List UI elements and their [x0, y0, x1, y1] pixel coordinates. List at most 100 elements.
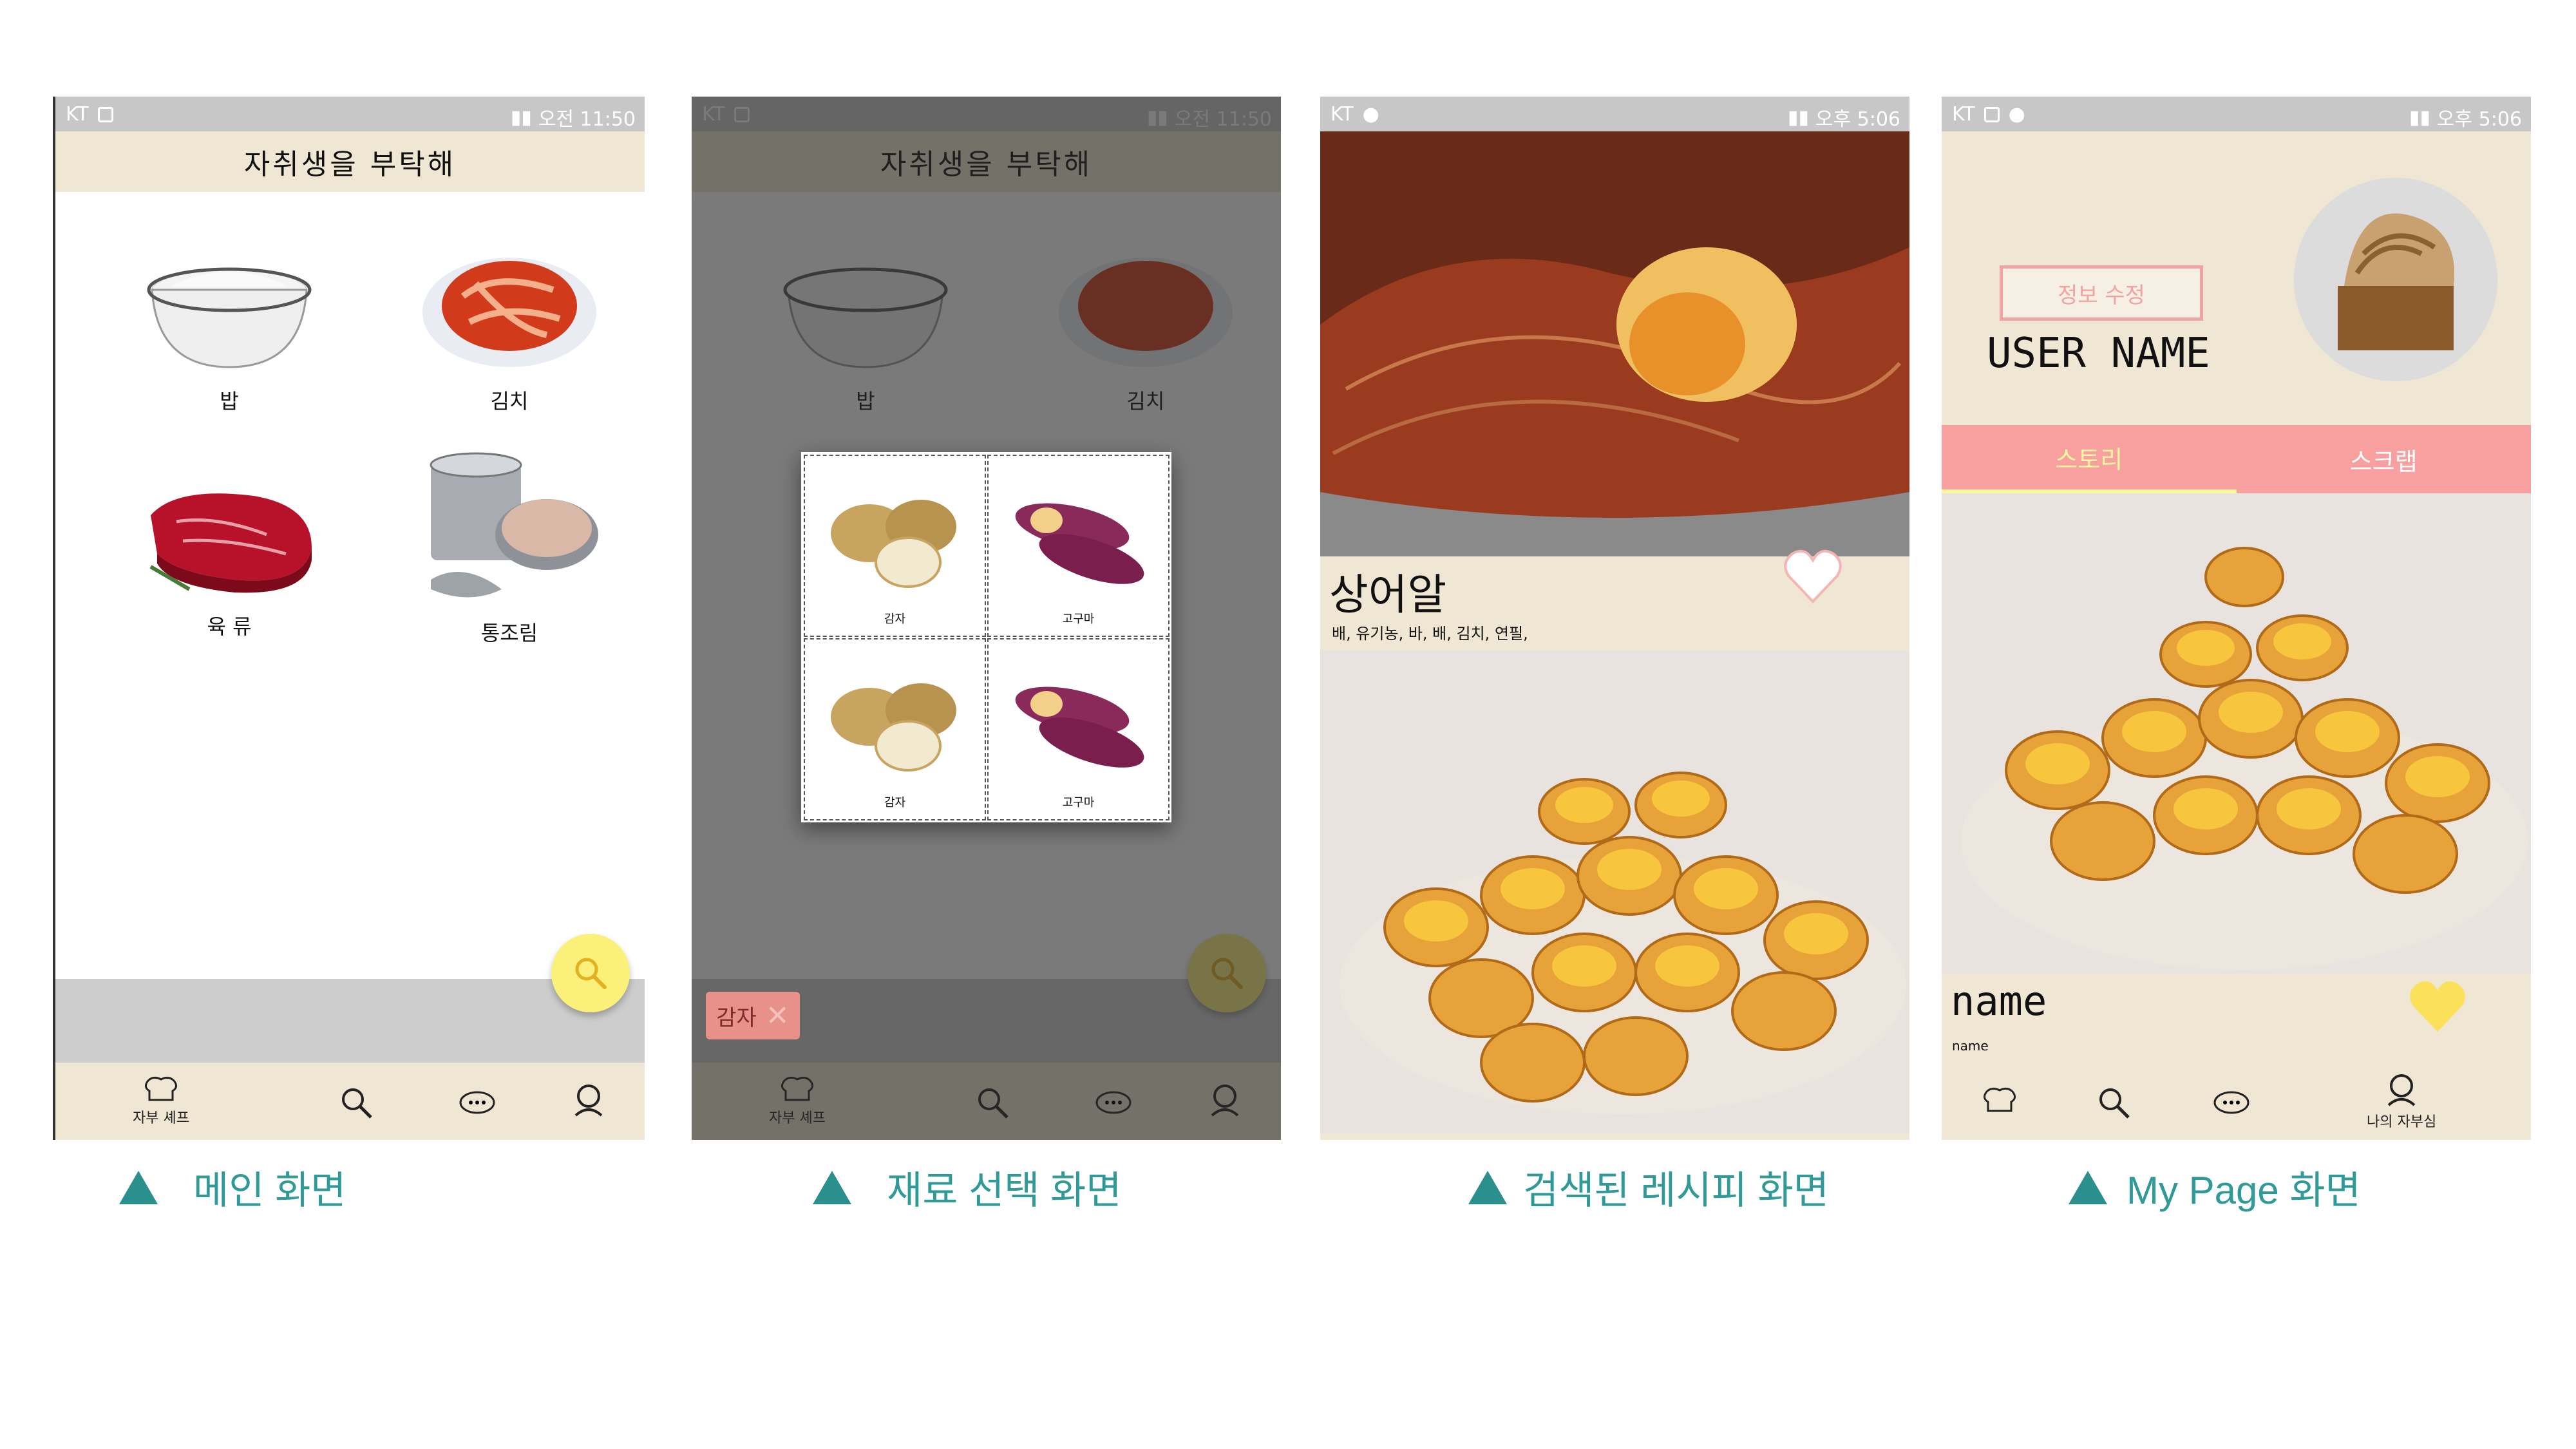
nav-chef-label: 자부 셰프 — [133, 1110, 189, 1126]
ingredient-label: 김치 — [490, 389, 529, 413]
nav-chef[interactable]: 자부 셰프 — [133, 1074, 189, 1127]
mypage-screen: KT ● ▮▮ 오후 5:06 정보 수정 USER NAME 스토리 스크랩 — [1942, 97, 2531, 1140]
remove-icon[interactable]: ✕ — [766, 999, 790, 1032]
chat-icon — [459, 1091, 495, 1114]
noodle-dish-image — [1320, 131, 1909, 556]
triangle-icon — [813, 1170, 851, 1204]
search-icon — [342, 1088, 372, 1119]
status-bar: KT ▮▮ 오전 11:50 — [55, 97, 645, 131]
triangle-icon — [119, 1170, 158, 1204]
select-screen: KT ▮▮ 오전 11:50 자취생을 부탁해 밥 김치 자부 셰프 — [692, 97, 1281, 1140]
clock: 오후 5:06 — [1815, 108, 1900, 131]
clock: 오전 11:50 — [538, 108, 636, 131]
profile-tabs: 스토리 스크랩 — [1942, 425, 2531, 493]
profile-header: 정보 수정 USER NAME — [1942, 131, 2531, 425]
popup-item-sweet-potato[interactable]: 고구마 — [987, 638, 1170, 820]
potato-icon — [830, 683, 956, 772]
egg-tart-image — [1942, 493, 2531, 974]
rice-bowl-icon — [147, 267, 311, 368]
caption-text: 메인 화면 — [193, 1169, 346, 1212]
gallery-icon — [1984, 106, 2000, 122]
popup-item-label: 감자 — [884, 612, 906, 626]
chat-bubble-icon: ● — [1362, 103, 1379, 126]
search-icon — [575, 958, 607, 989]
recipe-screen: KT ● ▮▮ 오후 5:06 상어알 배, 유기농, 바, 배, 김치, 연필… — [1320, 97, 1909, 1140]
chat-icon — [2213, 1091, 2249, 1114]
ingredient-canned[interactable]: 통조림 — [413, 451, 606, 647]
caption-select: 재료 선택 화면 — [813, 1159, 1122, 1215]
story-subtitle: name — [1952, 1038, 1989, 1054]
ingredient-label: 육 류 — [207, 614, 252, 639]
bottom-nav: 자부 셰프 — [55, 1063, 645, 1140]
kimchi-icon — [422, 258, 596, 367]
caption-text: 검색된 레시피 화면 — [1523, 1169, 1829, 1212]
username: USER NAME — [1987, 330, 2210, 377]
recipe-photo[interactable] — [1320, 650, 1909, 1133]
like-heart-icon[interactable] — [1781, 544, 1845, 608]
selected-chip[interactable]: 감자 ✕ — [706, 992, 800, 1039]
ingredient-rice[interactable]: 밥 — [133, 245, 326, 415]
sweet-potato-icon — [1015, 687, 1144, 768]
canned-food-icon — [430, 452, 598, 598]
ingredient-popup: 감자 고구마 감자 고구마 — [801, 452, 1171, 822]
clock: 오후 5:06 — [2436, 108, 2522, 131]
signal-icon: ▮▮ — [510, 106, 532, 129]
carrier-label: KT — [1952, 103, 1975, 126]
ingredient-meat[interactable]: 육 류 — [133, 477, 326, 640]
caption-main: 메인 화면 — [119, 1159, 346, 1215]
nav-chat[interactable] — [458, 1088, 497, 1121]
recipe-card-info — [1320, 1133, 1909, 1140]
egg-tart-image — [1320, 650, 1909, 1133]
potato-icon — [830, 500, 956, 588]
popup-item-potato[interactable]: 감자 — [804, 455, 986, 637]
caption-recipe: 검색된 레시피 화면 — [1468, 1159, 1829, 1215]
like-heart-icon[interactable] — [2405, 974, 2470, 1038]
chat-bubble-icon: ● — [2008, 103, 2025, 126]
nav-chef[interactable] — [1980, 1085, 2019, 1117]
signal-icon: ▮▮ — [2409, 106, 2430, 129]
ingredient-kimchi[interactable]: 김치 — [413, 245, 606, 415]
tab-scrap[interactable]: 스크랩 — [2237, 425, 2532, 493]
nav-mypage[interactable] — [571, 1082, 607, 1121]
story-photo[interactable] — [1942, 493, 2531, 974]
story-title: name — [1951, 978, 2047, 1025]
triangle-icon — [2069, 1170, 2107, 1204]
recipe-card-info[interactable]: 상어알 배, 유기농, 바, 배, 김치, 연필, — [1320, 549, 1909, 650]
nav-search[interactable] — [339, 1085, 375, 1124]
nav-chat[interactable] — [2212, 1088, 2251, 1121]
avatar[interactable] — [2293, 176, 2499, 383]
caption-mypage: My Page 화면 — [2069, 1159, 2361, 1215]
tab-story[interactable]: 스토리 — [1942, 425, 2237, 493]
popup-item-potato[interactable]: 감자 — [804, 638, 986, 820]
sweet-potato-icon — [1015, 503, 1144, 584]
story-info[interactable]: name name — [1942, 974, 2531, 1064]
recipe-title: 상어알 — [1329, 570, 1447, 620]
caption-text: 재료 선택 화면 — [887, 1169, 1122, 1212]
popup-item-label: 감자 — [884, 796, 906, 810]
recipe-photo[interactable] — [1320, 131, 1909, 556]
profile-icon — [574, 1084, 603, 1117]
main-screen: KT ▮▮ 오전 11:50 자취생을 부탁해 밥 김치 육 류 통조림 자부 … — [53, 97, 645, 1140]
popup-item-sweet-potato[interactable]: 고구마 — [987, 455, 1170, 637]
carrier-label: KT — [1331, 103, 1354, 126]
recipe-ingredients: 배, 유기농, 바, 배, 김치, 연필, — [1332, 625, 1528, 643]
popup-item-label: 고구마 — [1062, 612, 1095, 626]
app-title: 자취생을 부탁해 — [55, 131, 645, 192]
status-bar: KT ● ▮▮ 오후 5:06 — [1320, 97, 1909, 131]
search-button[interactable] — [551, 934, 630, 1012]
triangle-icon — [1468, 1170, 1507, 1204]
nav-mypage[interactable]: 나의 자부심 — [2367, 1072, 2436, 1131]
chef-hat-icon — [1984, 1087, 2016, 1112]
profile-icon — [2387, 1074, 2416, 1106]
signal-icon: ▮▮ — [1787, 106, 1809, 129]
ingredient-label: 통조림 — [480, 621, 538, 645]
gallery-icon — [97, 106, 113, 122]
nav-mypage-label: 나의 자부심 — [2367, 1114, 2437, 1130]
search-icon — [2099, 1088, 2130, 1119]
caption-text: My Page 화면 — [2126, 1169, 2361, 1212]
carrier-label: KT — [66, 103, 89, 126]
ingredient-label: 밥 — [220, 389, 239, 413]
edit-profile-button[interactable]: 정보 수정 — [2000, 265, 2203, 321]
nav-search[interactable] — [2096, 1085, 2132, 1124]
status-bar: KT ● ▮▮ 오후 5:06 — [1942, 97, 2531, 131]
